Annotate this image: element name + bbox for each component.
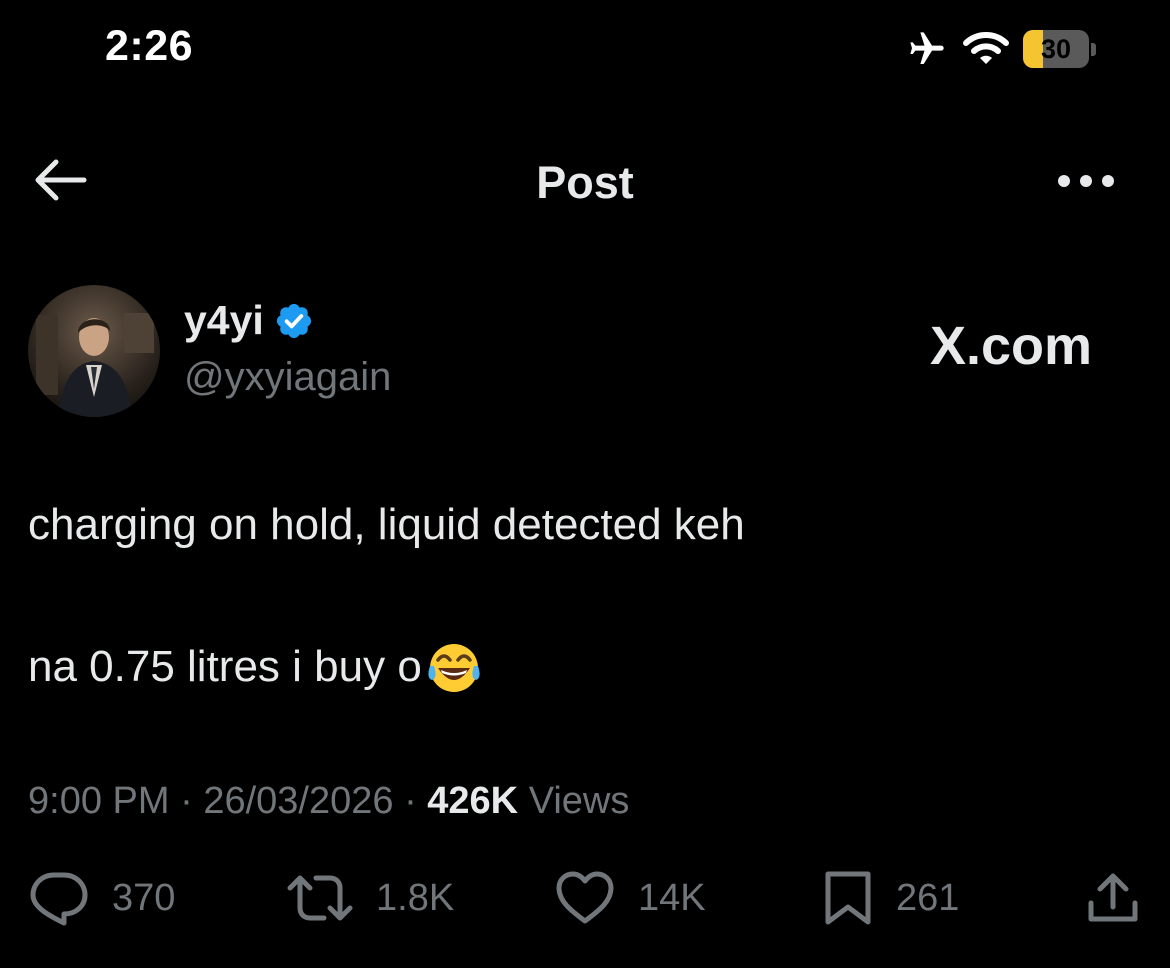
author-handle[interactable]: @yxyiagain <box>184 355 391 400</box>
author-name-row: y4yi <box>184 297 314 344</box>
page-title: Post <box>536 157 634 208</box>
wifi-icon <box>963 32 1009 64</box>
heart-icon <box>556 871 614 924</box>
more-icon <box>1058 175 1114 187</box>
watermark: X.com <box>930 316 1093 376</box>
like-count: 14K <box>638 876 706 919</box>
meta-separator: · <box>404 780 417 822</box>
verified-badge-icon <box>276 303 311 338</box>
author-name[interactable]: y4yi <box>184 297 264 344</box>
tweet-date[interactable]: 26/03/2026 <box>203 780 393 822</box>
face-with-tears-of-joy-icon <box>428 644 480 692</box>
like-button[interactable]: 14K <box>554 868 706 928</box>
battery-percent: 30 <box>1040 33 1072 64</box>
views-count[interactable]: 426K <box>427 780 518 822</box>
meta-separator: · <box>180 780 193 822</box>
avatar[interactable] <box>28 285 160 417</box>
share-icon <box>1088 873 1138 922</box>
repost-button[interactable]: 1.8K <box>286 868 454 928</box>
status-time: 2:26 <box>105 22 194 70</box>
airplane-mode-icon <box>910 32 944 64</box>
tweet-text-line-2: na 0.75 litres i buy o <box>28 642 422 691</box>
tweet-text-line-1: charging on hold, liquid detected keh <box>28 500 745 549</box>
status-icons: 30 <box>905 26 1096 72</box>
tweet-text-line-2-row: na 0.75 litres i buy o <box>28 638 482 696</box>
more-options-button[interactable] <box>1055 165 1117 197</box>
tweet-meta: 9:00 PM · 26/03/2026 · 426K Views <box>28 780 629 823</box>
bookmark-icon <box>825 871 871 925</box>
reply-count: 370 <box>112 876 176 919</box>
repost-count: 1.8K <box>376 876 455 919</box>
reply-icon <box>30 872 88 926</box>
bookmark-button[interactable]: 261 <box>822 868 959 928</box>
repost-icon <box>287 875 353 921</box>
tweet-time[interactable]: 9:00 PM <box>28 780 170 822</box>
bookmark-count: 261 <box>896 876 960 919</box>
share-button[interactable] <box>1086 868 1140 928</box>
reply-button[interactable]: 370 <box>28 868 175 928</box>
battery-indicator: 30 <box>1023 30 1096 68</box>
avatar-image <box>28 285 160 417</box>
views-label[interactable]: Views <box>529 780 630 822</box>
